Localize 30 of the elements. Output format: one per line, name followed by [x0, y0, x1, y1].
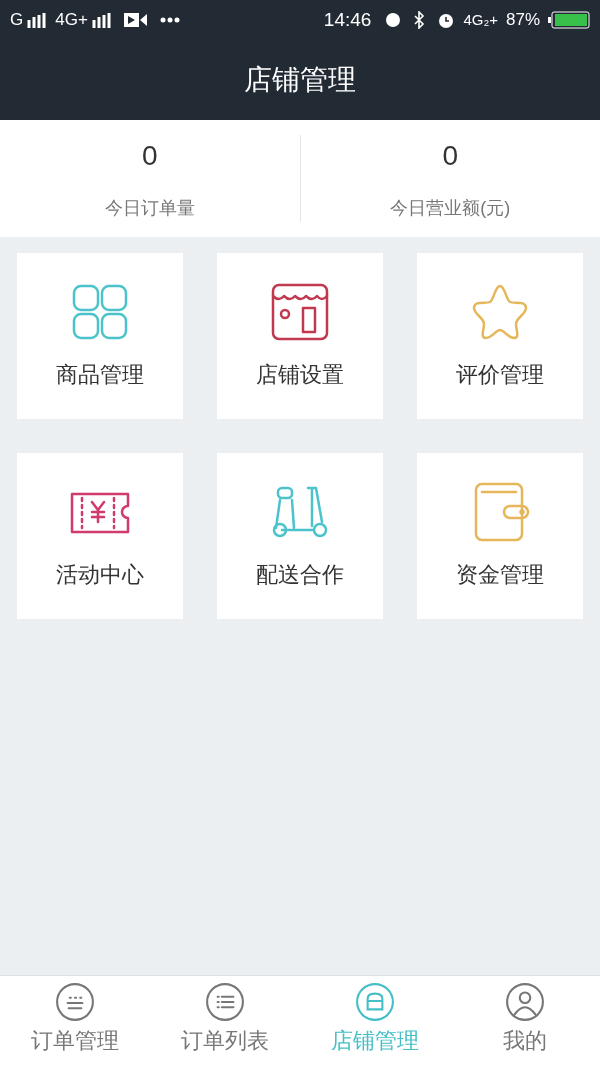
network-text: 4G+: [55, 9, 88, 32]
menu-tile[interactable]: 商品管理: [17, 253, 183, 419]
user-icon: [505, 982, 545, 1022]
clock-text: 14:46: [323, 7, 372, 32]
stat-label: 今日订单量: [104, 197, 195, 220]
menu-tile[interactable]: 店铺设置: [217, 253, 383, 419]
tab-item[interactable]: 订单管理: [0, 976, 150, 1067]
menu-tile[interactable]: 配送合作: [217, 453, 383, 619]
menu-tile[interactable]: 评价管理: [417, 253, 583, 419]
page-title: 店铺管理: [244, 63, 356, 97]
tab-item[interactable]: 我的: [450, 976, 600, 1067]
more-icon: [159, 17, 180, 23]
bluetooth-icon: [413, 11, 426, 29]
signal-icon: [91, 12, 112, 28]
tab-item[interactable]: 订单列表: [150, 976, 300, 1067]
stat-label: 今日营业额(元): [390, 197, 511, 220]
chat-lines-icon: [55, 982, 95, 1022]
alarm-icon: [437, 11, 456, 29]
menu-tile[interactable]: 活动中心: [17, 453, 183, 619]
carrier-text: G: [10, 9, 24, 32]
battery-icon: [548, 11, 590, 29]
stat-value: 0: [442, 139, 459, 173]
list-icon: [205, 982, 245, 1022]
signal-icon: [27, 12, 48, 28]
battery-text: 87%: [505, 9, 540, 32]
network-text: 4G₂+: [463, 9, 498, 30]
menu-tile[interactable]: 资金管理: [417, 453, 583, 619]
stat-value: 0: [141, 139, 158, 173]
video-icon: [123, 12, 148, 28]
shop-icon: [355, 982, 395, 1022]
